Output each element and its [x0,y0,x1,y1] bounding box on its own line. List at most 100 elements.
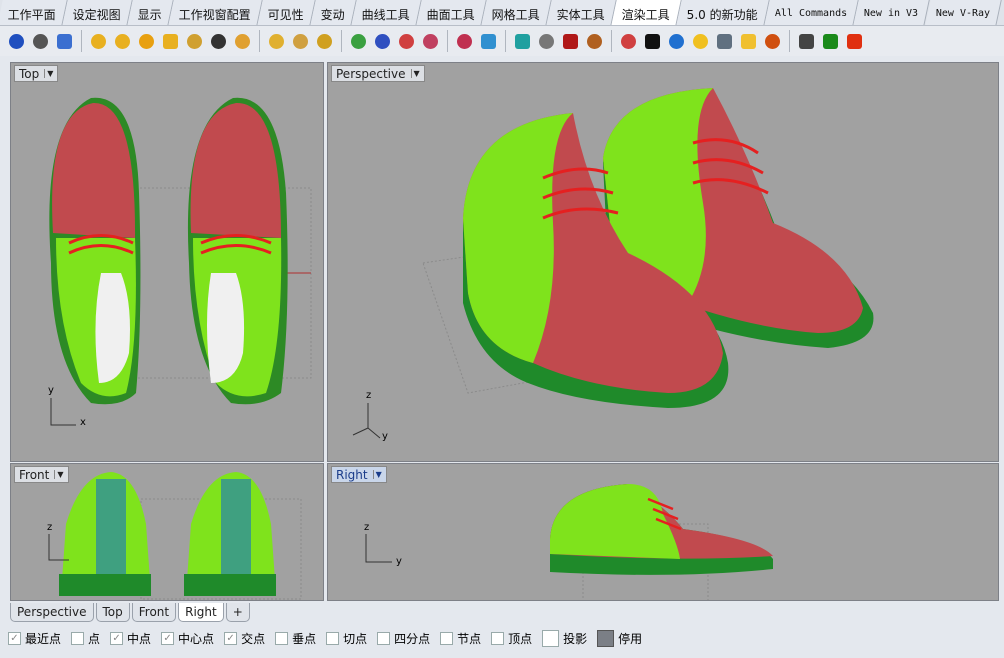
spotlight-icon[interactable] [88,31,109,52]
add-viewport-tab-button[interactable]: + [225,603,250,622]
toolbar-separator [447,30,448,52]
ribbon-tab[interactable]: 曲线工具 [351,0,422,25]
ribbon-tab[interactable]: New V-Ray [924,0,1002,25]
paint-icon[interactable] [618,31,639,52]
decal-icon[interactable] [396,31,417,52]
ground-plane-icon[interactable] [666,31,687,52]
ribbon-tab[interactable]: 网格工具 [481,0,552,25]
front-view-shoes [48,472,302,600]
material-icon[interactable] [348,31,369,52]
viewport-tab[interactable]: Right [178,603,224,622]
viewport-tab[interactable]: Front [131,603,177,622]
ribbon-tab[interactable]: 变动 [310,0,357,25]
cookie-texture-icon[interactable] [584,31,605,52]
osnap-checkbox[interactable] [71,632,85,645]
viewport-top[interactable]: y x Top ▼ [10,62,324,462]
perspective-view-shoes [352,88,874,439]
ribbon-tab[interactable]: 工作视窗配置 [168,0,263,25]
osnap-checkbox[interactable]: ✓ [224,632,238,645]
tab-label: 渲染工具 [621,8,670,22]
render-play-icon[interactable] [820,31,841,52]
osnap-checkbox[interactable] [491,632,505,645]
ribbon-tab[interactable]: 显示 [127,0,174,25]
film-strip-icon[interactable] [796,31,817,52]
viewport-front[interactable]: z Front ▼ [10,463,324,601]
render-sphere-icon[interactable] [6,31,27,52]
tab-label: 显示 [137,8,162,22]
osnap-checkbox[interactable]: ✓ [110,632,124,645]
library-icon[interactable] [560,31,581,52]
disable-toggle[interactable] [597,630,615,647]
osnap-checkbox[interactable] [275,632,289,645]
render-stop-icon[interactable] [844,31,865,52]
axis-z-label: z [364,522,370,533]
osnap-label: 顶点 [508,632,533,646]
top-view-shoes [49,97,312,426]
osnap-checkbox[interactable] [440,632,454,645]
viewport-title-top[interactable]: Top ▼ [14,65,59,82]
ribbon-tab[interactable]: New in V3 [853,0,931,25]
ribbon-tab[interactable]: 设定视图 [62,0,133,25]
save-render-icon[interactable] [54,31,75,52]
toolbar-separator [259,30,260,52]
directional-light-icon[interactable] [136,31,157,52]
viewport-tab[interactable]: Perspective [10,603,94,622]
project-toggle-label: 投影 [563,632,588,646]
checker-icon[interactable] [642,31,663,52]
bulb-icon[interactable] [690,31,711,52]
osnap-checkbox[interactable] [326,632,340,645]
osnap-label: 中点 [127,632,152,646]
ribbon-tab[interactable]: All Commands [764,0,860,25]
osnap-checkbox[interactable] [377,632,391,645]
explosion-icon[interactable] [762,31,783,52]
ribbon-tab[interactable]: 渲染工具 [611,0,682,25]
viewport-perspective[interactable]: z y Perspective ▼ [327,62,999,462]
viewport-tab[interactable]: Top [95,603,130,622]
osnap-checkbox[interactable]: ✓ [8,632,21,645]
axis-x-label: x [80,417,86,428]
ribbon-tab[interactable]: 5.0 的新功能 [676,0,770,25]
light-hotspot-icon[interactable] [314,31,335,52]
tab-label: 实体工具 [556,8,605,22]
tab-label: All Commands [774,8,848,19]
ribbon-tab[interactable]: 曲面工具 [416,0,487,25]
viewport-label: Right [336,467,368,482]
project-toggle[interactable] [542,630,560,647]
keyboard-icon[interactable] [714,31,735,52]
axis-z-label: z [47,522,53,533]
osnap-checkbox[interactable]: ✓ [161,632,175,645]
linear-light-icon[interactable] [184,31,205,52]
ribbon-tab[interactable]: 工作平面 [0,0,68,25]
toolbar-separator [505,30,506,52]
toolbar-separator [611,30,612,52]
tab-label: 工作视窗配置 [178,8,251,22]
tab-label: 5.0 的新功能 [686,8,758,22]
viewport-title-front[interactable]: Front ▼ [14,466,69,483]
toolbar-separator [341,30,342,52]
viewport-right[interactable]: z y Right ▼ [327,463,999,601]
sun-light-icon[interactable] [208,31,229,52]
cylinder-mapping-icon[interactable] [536,31,557,52]
rectangular-light-icon[interactable] [160,31,181,52]
point-light-icon[interactable] [112,31,133,52]
ribbon-tab[interactable]: 实体工具 [546,0,617,25]
tab-label: 设定视图 [72,8,121,22]
viewport-title-perspective[interactable]: Perspective ▼ [331,65,425,82]
tab-label: New in V3 [864,8,919,19]
environment-globe-icon[interactable] [30,31,51,52]
box-mapping-icon[interactable] [512,31,533,52]
ribbon-tab[interactable]: 可见性 [257,0,316,25]
color-cube-icon[interactable] [478,31,499,52]
chevron-down-icon: ▼ [54,470,64,479]
mesh-settings-icon[interactable] [454,31,475,52]
viewport-label: Top [19,66,40,81]
osnap-label: 四分点 [394,632,431,646]
light-target-icon[interactable] [290,31,311,52]
viewport-title-right[interactable]: Right ▼ [331,466,387,483]
right-view-shoe [365,484,773,600]
light-properties-icon[interactable] [266,31,287,52]
folder-icon[interactable] [738,31,759,52]
light-edit-icon[interactable] [232,31,253,52]
texture-mapping-icon[interactable] [420,31,441,52]
texture-icon[interactable] [372,31,393,52]
